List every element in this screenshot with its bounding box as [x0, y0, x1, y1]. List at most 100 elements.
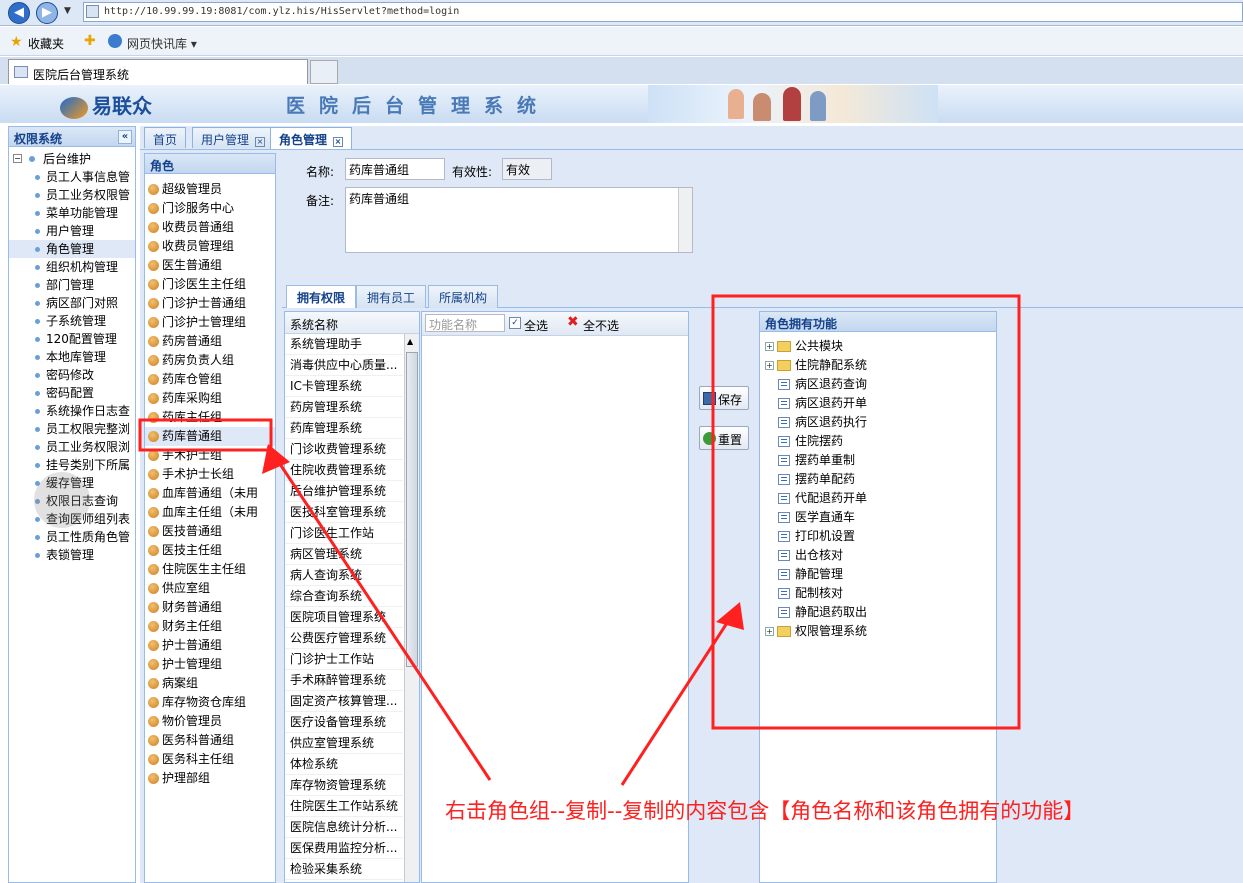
tab-role-management[interactable]: 角色管理 ×	[270, 127, 353, 149]
role-item[interactable]: 医技主任组	[145, 541, 275, 560]
nav-item[interactable]: 系统操作日志查	[9, 402, 135, 420]
tab-permissions[interactable]: 拥有权限	[286, 285, 357, 308]
role-item[interactable]: 医务科主任组	[145, 750, 275, 769]
function-node[interactable]: 静配退药取出	[760, 603, 996, 622]
role-item[interactable]: 门诊护士管理组	[145, 313, 275, 332]
role-item[interactable]: 住院医生主任组	[145, 560, 275, 579]
add-favorite-icon[interactable]: ✚	[84, 33, 96, 49]
tab-user-management[interactable]: 用户管理 ×	[192, 127, 275, 148]
role-item[interactable]: 药库主任组	[145, 408, 275, 427]
nav-item[interactable]: 员工业务权限浏	[9, 438, 135, 456]
function-node[interactable]: 代配退药开单	[760, 489, 996, 508]
back-icon[interactable]: ◀	[8, 2, 30, 24]
function-node[interactable]: + 住院静配系统	[760, 356, 996, 375]
tab-organizations[interactable]: 所属机构	[428, 285, 499, 308]
role-item[interactable]: 药库仓管组	[145, 370, 275, 389]
role-item[interactable]: 手术护士组	[145, 446, 275, 465]
role-item[interactable]: 护士普通组	[145, 636, 275, 655]
system-item[interactable]: 门诊收费管理系统	[285, 439, 403, 460]
nav-item[interactable]: 查询医师组列表	[9, 510, 135, 528]
system-item[interactable]: 医院信息统计分析...	[285, 817, 403, 838]
function-search-input[interactable]: 功能名称	[425, 314, 505, 332]
nav-item[interactable]: 挂号类别下所属	[9, 456, 135, 474]
nav-item[interactable]: 本地库管理	[9, 348, 135, 366]
function-node[interactable]: 住院摆药	[760, 432, 996, 451]
function-node[interactable]: 打印机设置	[760, 527, 996, 546]
function-node[interactable]: 医学直通车	[760, 508, 996, 527]
nav-item[interactable]: 角色管理	[9, 240, 135, 258]
scroll-up-icon[interactable]: ▲	[407, 337, 413, 346]
system-item[interactable]: 公费医疗管理系统	[285, 628, 403, 649]
function-node[interactable]: + 权限管理系统	[760, 622, 996, 641]
function-node[interactable]: 配制核对	[760, 584, 996, 603]
collapse-icon[interactable]: «	[118, 130, 132, 144]
new-tab-button[interactable]	[310, 60, 338, 84]
nav-item[interactable]: 菜单功能管理	[9, 204, 135, 222]
system-item[interactable]: 病人查询系统	[285, 565, 403, 586]
role-item[interactable]: 护士管理组	[145, 655, 275, 674]
role-item[interactable]: 门诊医生主任组	[145, 275, 275, 294]
nav-item[interactable]: 密码修改	[9, 366, 135, 384]
nav-root[interactable]: − 后台维护	[9, 150, 135, 168]
select-all-checkbox[interactable]: ✓	[509, 317, 521, 329]
system-item[interactable]: 后台维护管理系统	[285, 481, 403, 502]
function-node[interactable]: + 公共模块	[760, 337, 996, 356]
system-item[interactable]: 体检系统	[285, 754, 403, 775]
role-item[interactable]: 药库采购组	[145, 389, 275, 408]
forward-icon[interactable]: ▶	[36, 2, 58, 24]
quick-link[interactable]: 网页快讯库 ▾	[127, 35, 197, 52]
scroll-thumb[interactable]	[406, 352, 418, 667]
function-node[interactable]: 摆药单重制	[760, 451, 996, 470]
role-item[interactable]: 手术护士长组	[145, 465, 275, 484]
nav-item[interactable]: 用户管理	[9, 222, 135, 240]
function-node[interactable]: 病区退药查询	[760, 375, 996, 394]
role-item[interactable]: 护理部组	[145, 769, 275, 788]
role-item[interactable]: 门诊护士普通组	[145, 294, 275, 313]
role-item[interactable]: 医生普通组	[145, 256, 275, 275]
system-item[interactable]: 药房管理系统	[285, 397, 403, 418]
url-field[interactable]: http://10.99.99.19:8081/com.ylz.his/HisS…	[83, 2, 1243, 22]
tab-employees[interactable]: 拥有员工	[356, 285, 427, 308]
save-button[interactable]: 保存	[699, 386, 749, 410]
role-item[interactable]: 门诊服务中心	[145, 199, 275, 218]
expand-icon[interactable]: +	[765, 627, 774, 636]
close-icon[interactable]: ×	[333, 137, 344, 147]
nav-item[interactable]: 员工人事信息管	[9, 168, 135, 186]
role-item[interactable]: 财务主任组	[145, 617, 275, 636]
nav-item[interactable]: 权限日志查询	[9, 492, 135, 510]
role-item[interactable]: 药房负责人组	[145, 351, 275, 370]
role-item[interactable]: 医务科普通组	[145, 731, 275, 750]
role-item[interactable]: 病案组	[145, 674, 275, 693]
role-item[interactable]: 血库主任组（未用	[145, 503, 275, 522]
role-item[interactable]: 财务普通组	[145, 598, 275, 617]
nav-item[interactable]: 120配置管理	[9, 330, 135, 348]
close-icon[interactable]: ×	[255, 137, 266, 147]
role-item[interactable]: 供应室组	[145, 579, 275, 598]
role-item[interactable]: 库存物资仓库组	[145, 693, 275, 712]
nav-item[interactable]: 部门管理	[9, 276, 135, 294]
history-dropdown-icon[interactable]: ▼	[64, 6, 71, 16]
system-item[interactable]: 医疗设备管理系统	[285, 712, 403, 733]
system-item[interactable]: 医保费用监控分析...	[285, 838, 403, 859]
favorites-button[interactable]: 收藏夹	[28, 35, 64, 52]
system-item[interactable]: 固定资产核算管理...	[285, 691, 403, 712]
name-field[interactable]: 药库普通组	[345, 158, 445, 180]
nav-item[interactable]: 缓存管理	[9, 474, 135, 492]
remark-textarea[interactable]: 药库普通组	[345, 187, 693, 253]
function-node[interactable]: 摆药单配药	[760, 470, 996, 489]
nav-item[interactable]: 组织机构管理	[9, 258, 135, 276]
role-item[interactable]: 医技普通组	[145, 522, 275, 541]
role-item[interactable]: 药库普通组	[145, 427, 275, 446]
system-item[interactable]: 库存物资管理系统	[285, 775, 403, 796]
system-item[interactable]: 供应室管理系统	[285, 733, 403, 754]
function-node[interactable]: 静配管理	[760, 565, 996, 584]
function-node[interactable]: 病区退药执行	[760, 413, 996, 432]
role-item[interactable]: 物价管理员	[145, 712, 275, 731]
select-all-label[interactable]: 全选	[524, 317, 548, 334]
role-item[interactable]: 超级管理员	[145, 180, 275, 199]
function-node[interactable]: 出仓核对	[760, 546, 996, 565]
reset-button[interactable]: 重置	[699, 426, 749, 450]
expand-icon[interactable]: +	[765, 361, 774, 370]
role-item[interactable]: 药房普通组	[145, 332, 275, 351]
system-item[interactable]: 医技科室管理系统	[285, 502, 403, 523]
